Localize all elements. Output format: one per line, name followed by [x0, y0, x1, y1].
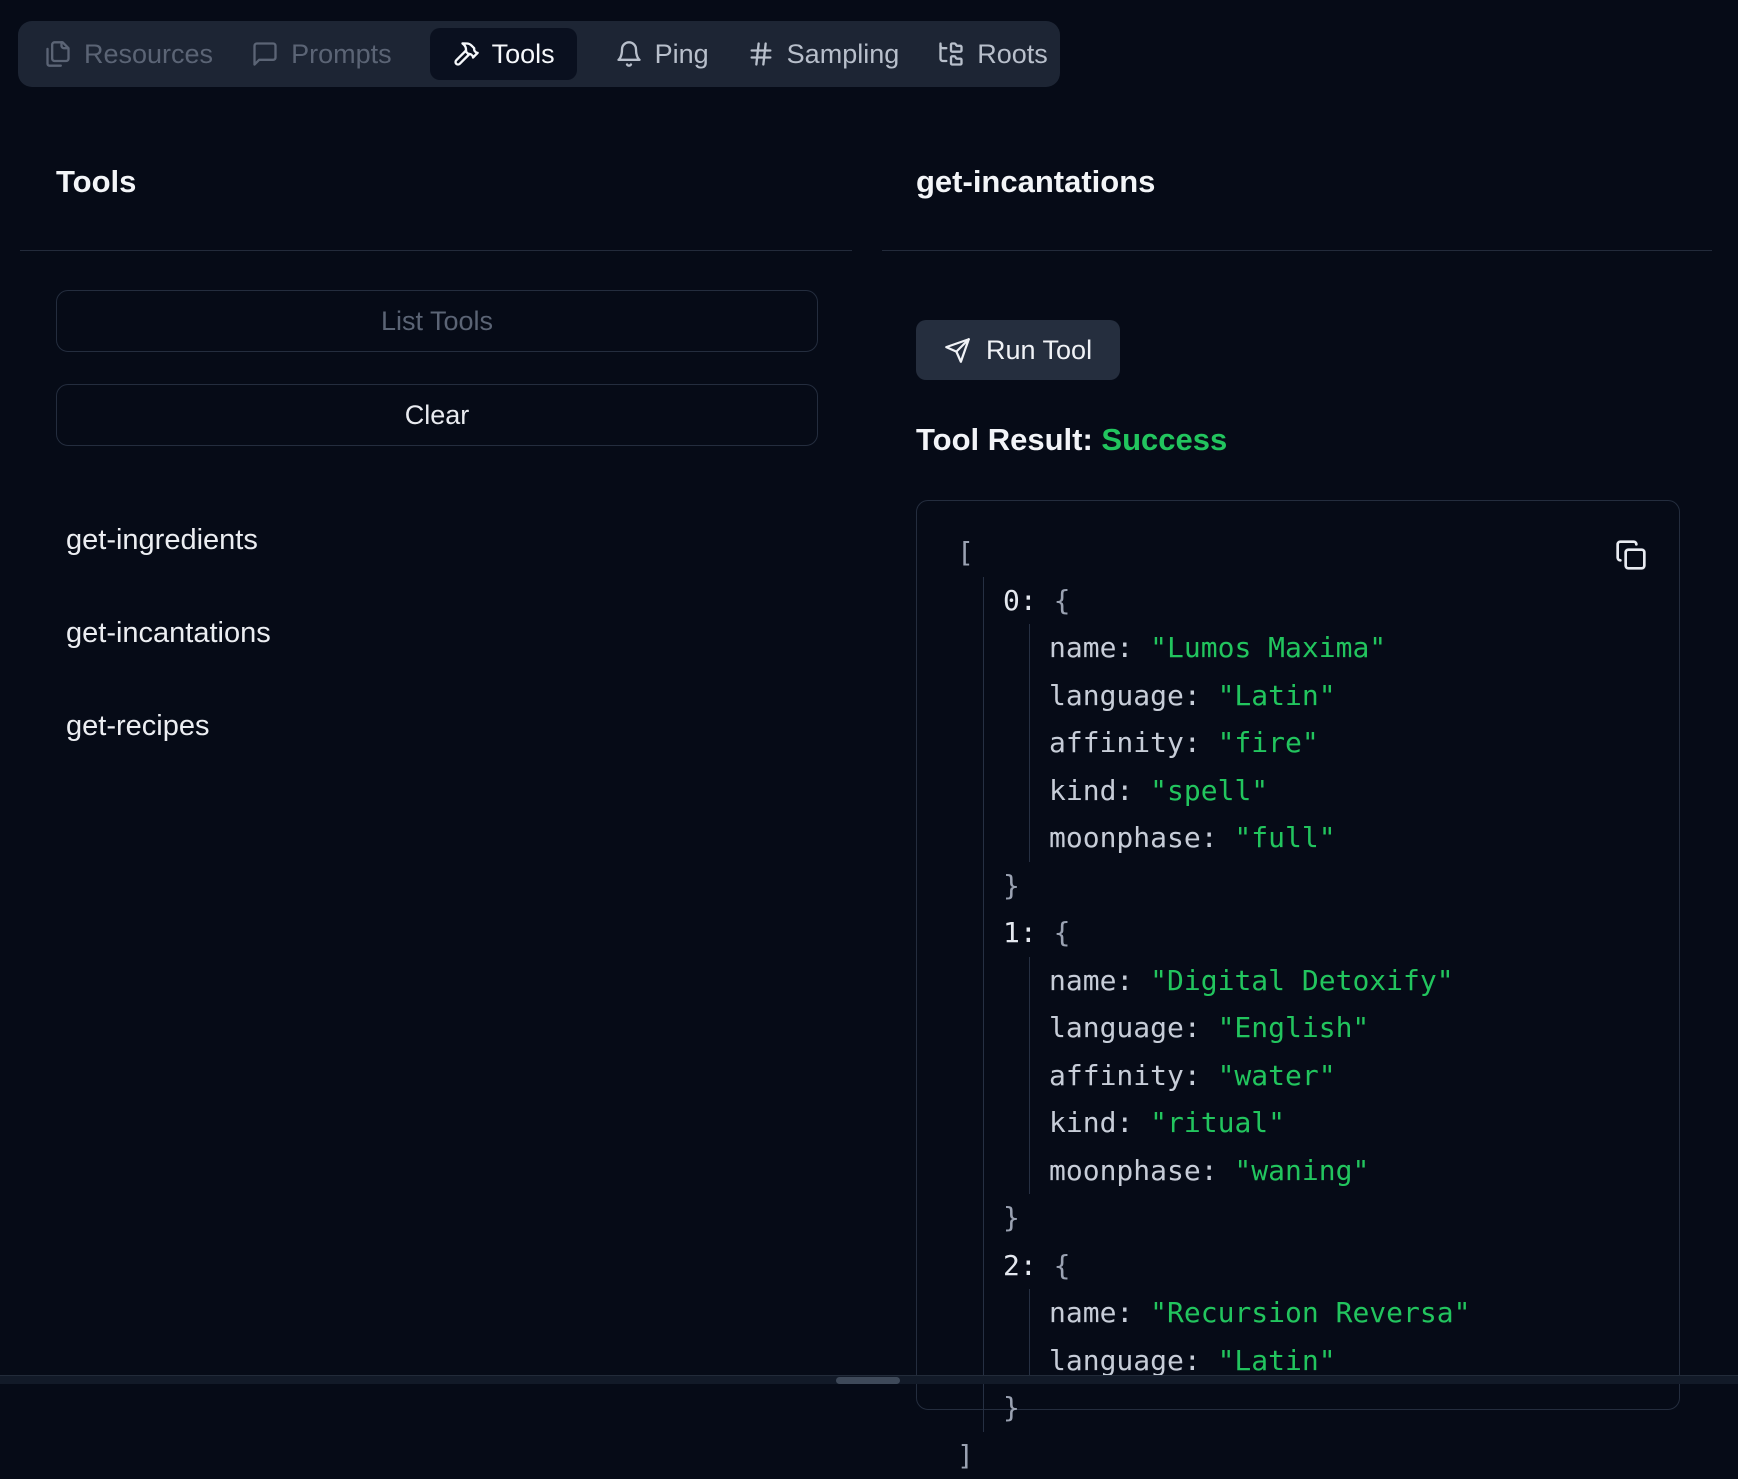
json-line: affinity: "fire": [1049, 719, 1639, 767]
clear-button[interactable]: Clear: [56, 384, 818, 446]
json-punct: }: [1003, 1201, 1020, 1234]
copy-icon: [1615, 539, 1647, 571]
horizontal-scrollbar-track: [0, 1375, 1738, 1384]
nav-tab-label: Sampling: [787, 39, 900, 70]
json-key: language:: [1049, 1011, 1201, 1044]
json-key: affinity:: [1049, 726, 1201, 759]
json-line: 2: {: [1003, 1242, 1639, 1290]
json-key: affinity:: [1049, 1059, 1201, 1092]
nav-tab-sampling[interactable]: Sampling: [747, 39, 900, 70]
json-idx: 2:: [1003, 1249, 1037, 1282]
json-punct: ]: [957, 1439, 974, 1472]
nav-tab-prompts[interactable]: Prompts: [251, 39, 392, 70]
send-icon: [944, 337, 971, 364]
json-line: kind: "spell": [1049, 767, 1639, 815]
tools-panel-title: Tools: [56, 164, 136, 200]
files-icon: [44, 40, 72, 68]
nav-tab-resources[interactable]: Resources: [44, 39, 213, 70]
json-str: "English": [1201, 1011, 1370, 1044]
json-key: name:: [1049, 1296, 1133, 1329]
json-punct: {: [1037, 1249, 1071, 1282]
list-tools-button[interactable]: List Tools: [56, 290, 818, 352]
hash-icon: [747, 40, 775, 68]
json-str: "Latin": [1201, 679, 1336, 712]
json-idx: 1:: [1003, 916, 1037, 949]
json-indent-level: name: "Lumos Maxima"language: "Latin"aff…: [1029, 624, 1639, 862]
tool-result-line: Tool Result: Success: [916, 422, 1227, 458]
nav-tab-label: Tools: [492, 39, 555, 70]
json-punct: }: [1003, 869, 1020, 902]
json-key: kind:: [1049, 774, 1133, 807]
nav-tab-label: Roots: [977, 39, 1048, 70]
json-indent-level: 0: {name: "Lumos Maxima"language: "Latin…: [983, 577, 1639, 1432]
json-key: language:: [1049, 679, 1201, 712]
run-tool-button-label: Run Tool: [986, 335, 1092, 366]
json-line: ]: [957, 1432, 1639, 1479]
selected-tool-title: get-incantations: [916, 164, 1155, 200]
json-line: }: [1003, 862, 1639, 910]
json-line: }: [1003, 1384, 1639, 1432]
nav-tab-label: Prompts: [291, 39, 392, 70]
json-line: language: "Latin": [1049, 672, 1639, 720]
tools-panel-divider: [20, 250, 852, 251]
json-idx: 0:: [1003, 584, 1037, 617]
json-line: kind: "ritual": [1049, 1099, 1639, 1147]
json-line: affinity: "water": [1049, 1052, 1639, 1100]
json-line: language: "English": [1049, 1004, 1639, 1052]
nav-tab-roots[interactable]: Roots: [937, 39, 1048, 70]
nav-tab-label: Resources: [84, 39, 213, 70]
json-line: moonphase: "waning": [1049, 1147, 1639, 1195]
json-str: "Latin": [1201, 1344, 1336, 1377]
json-line: name: "Lumos Maxima": [1049, 624, 1639, 672]
tool-result-label: Tool Result:: [916, 422, 1093, 457]
hammer-icon: [452, 40, 480, 68]
nav-tab-ping[interactable]: Ping: [615, 39, 709, 70]
json-str: "waning": [1218, 1154, 1370, 1187]
json-str: "Lumos Maxima": [1133, 631, 1386, 664]
json-str: "fire": [1201, 726, 1319, 759]
horizontal-scrollbar-thumb[interactable]: [836, 1377, 900, 1384]
json-line: 0: {: [1003, 577, 1639, 625]
json-line: [: [957, 529, 1639, 577]
json-punct: {: [1037, 916, 1071, 949]
message-square-icon: [251, 40, 279, 68]
json-key: name:: [1049, 964, 1133, 997]
json-key: kind:: [1049, 1106, 1133, 1139]
json-punct: [: [957, 536, 974, 569]
json-line: name: "Digital Detoxify": [1049, 957, 1639, 1005]
json-line: moonphase: "full": [1049, 814, 1639, 862]
copy-button[interactable]: [1615, 539, 1647, 571]
folder-tree-icon: [937, 40, 965, 68]
result-panel-divider: [882, 250, 1712, 251]
tool-list-item-get-incantations[interactable]: get-incantations: [66, 615, 271, 651]
json-str: "ritual": [1133, 1106, 1285, 1139]
json-str: "water": [1201, 1059, 1336, 1092]
json-indent-level: name: "Recursion Reversa" language: "Lati…: [1029, 1289, 1639, 1384]
tool-list-item-get-ingredients[interactable]: get-ingredients: [66, 522, 258, 558]
run-tool-button[interactable]: Run Tool: [916, 320, 1120, 380]
json-line: name: "Recursion Reversa": [1049, 1289, 1639, 1337]
top-navbar: Resources Prompts Tools Ping Sampling Ro…: [18, 21, 1060, 87]
json-str: "Recursion Reversa": [1133, 1296, 1470, 1329]
json-key: name:: [1049, 631, 1133, 664]
tool-result-status: Success: [1101, 422, 1227, 457]
nav-tab-label: Ping: [655, 39, 709, 70]
json-punct: {: [1037, 584, 1071, 617]
tool-list-item-get-recipes[interactable]: get-recipes: [66, 708, 209, 744]
json-str: "full": [1218, 821, 1336, 854]
json-tree: [0: {name: "Lumos Maxima"language: "Lati…: [957, 529, 1639, 1479]
json-str: "spell": [1133, 774, 1268, 807]
json-indent-level: name: "Digital Detoxify"language: "Engli…: [1029, 957, 1639, 1195]
json-key: moonphase:: [1049, 821, 1218, 854]
bell-icon: [615, 40, 643, 68]
json-key: moonphase:: [1049, 1154, 1218, 1187]
json-line: 1: {: [1003, 909, 1639, 957]
json-str: "Digital Detoxify": [1133, 964, 1453, 997]
tool-result-json-viewer: [0: {name: "Lumos Maxima"language: "Lati…: [916, 500, 1680, 1410]
json-punct: }: [1003, 1391, 1020, 1424]
nav-tab-tools[interactable]: Tools: [430, 28, 577, 80]
json-key: language:: [1049, 1344, 1201, 1377]
json-line: }: [1003, 1194, 1639, 1242]
